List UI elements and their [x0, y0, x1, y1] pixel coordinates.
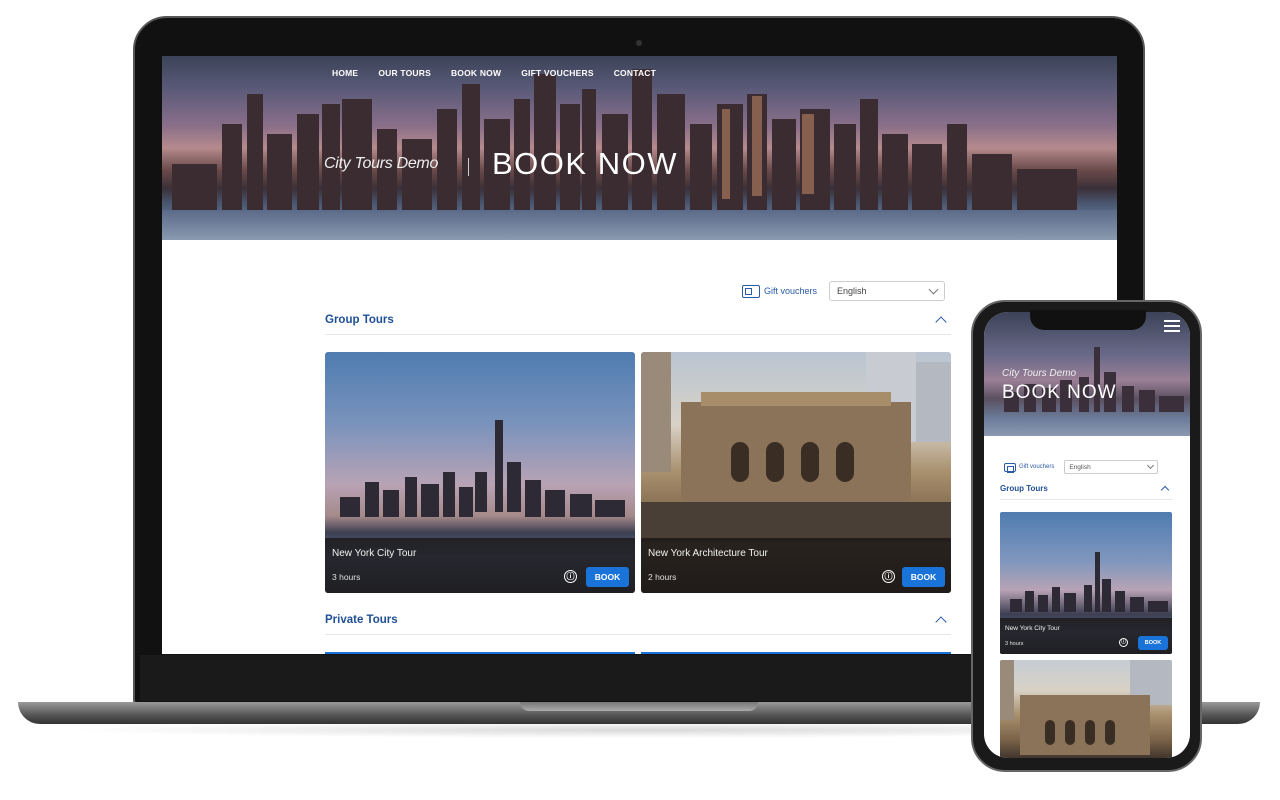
gift-card-icon: [742, 284, 760, 298]
tour-card-peek: [325, 652, 635, 654]
tour-card[interactable]: New York Architecture Tour 2 hours ⓘ BOO…: [641, 352, 951, 593]
toolbar: Gift vouchers English: [742, 281, 946, 301]
tour-title: New York City Tour: [1005, 625, 1060, 632]
page-title: BOOK NOW: [1002, 382, 1117, 403]
menu-icon[interactable]: [1164, 320, 1180, 335]
book-button[interactable]: BOOK: [1138, 636, 1168, 650]
nav-our-tours[interactable]: OUR TOURS: [378, 68, 431, 78]
section-private-tours[interactable]: Private Tours: [325, 614, 951, 635]
gift-vouchers-link[interactable]: Gift vouchers: [742, 284, 818, 298]
camera-icon: [636, 40, 642, 46]
info-icon[interactable]: ⓘ: [882, 570, 895, 583]
tour-title: New York Architecture Tour: [648, 548, 768, 559]
tour-image: [641, 352, 951, 542]
tour-duration: 3 hours: [332, 572, 361, 582]
section-title: Group Tours: [325, 314, 394, 326]
river: [162, 210, 1117, 240]
info-icon[interactable]: ⓘ: [564, 570, 577, 583]
language-select[interactable]: English: [829, 281, 946, 301]
laptop-hinge-notch: [520, 702, 758, 711]
brand-logo[interactable]: City Tours Demo: [324, 155, 438, 173]
main-nav: HOME OUR TOURS BOOK NOW GIFT VOUCHERS CO…: [332, 68, 656, 78]
gift-vouchers-label: Gift vouchers: [1019, 464, 1055, 470]
hero-banner: City Tours Demo BOOK NOW: [984, 312, 1190, 436]
section-title: Group Tours: [1000, 484, 1048, 493]
chevron-up-icon[interactable]: [935, 616, 947, 628]
nav-gift-vouchers[interactable]: GIFT VOUCHERS: [521, 68, 594, 78]
tour-image: [1000, 660, 1172, 755]
chevron-down-icon: [928, 284, 939, 295]
gift-card-icon: [1004, 462, 1016, 473]
tour-title: New York City Tour: [332, 548, 417, 559]
gift-vouchers-link[interactable]: Gift vouchers: [1004, 462, 1055, 473]
tour-image: [340, 420, 625, 517]
info-icon[interactable]: ⓘ: [1119, 638, 1128, 647]
tour-card[interactable]: [1000, 660, 1172, 758]
brand-logo[interactable]: City Tours Demo: [1002, 368, 1076, 379]
section-title: Private Tours: [325, 614, 398, 626]
nav-contact[interactable]: CONTACT: [614, 68, 656, 78]
divider: [468, 158, 469, 176]
chevron-down-icon: [1147, 461, 1155, 470]
chevron-up-icon[interactable]: [935, 316, 947, 328]
nav-home[interactable]: HOME: [332, 68, 358, 78]
language-value: English: [1069, 463, 1091, 471]
tour-card[interactable]: New York City Tour 3 hours ⓘ BOOK: [1000, 512, 1172, 654]
nav-book-now[interactable]: BOOK NOW: [451, 68, 501, 78]
tour-card[interactable]: New York City Tour 3 hours ⓘ BOOK: [325, 352, 635, 593]
section-group-tours[interactable]: Group Tours: [325, 314, 951, 335]
skyline-image: [172, 69, 1077, 214]
tour-image: [1010, 552, 1168, 612]
tour-card-peek: [641, 652, 951, 654]
mobile-screen: City Tours Demo BOOK NOW Gift vouchers E…: [984, 312, 1190, 758]
phone-notch: [1030, 310, 1146, 330]
book-button[interactable]: BOOK: [902, 567, 945, 587]
hero-banner: HOME OUR TOURS BOOK NOW GIFT VOUCHERS CO…: [162, 56, 1117, 240]
chevron-up-icon[interactable]: [1160, 485, 1170, 495]
tour-duration: 3 hours: [1005, 641, 1024, 647]
book-button[interactable]: BOOK: [586, 567, 629, 587]
tour-duration: 2 hours: [648, 572, 677, 582]
language-value: English: [837, 286, 867, 296]
toolbar: Gift vouchers English: [1004, 460, 1159, 474]
page-title: BOOK NOW: [492, 146, 678, 181]
gift-vouchers-label: Gift vouchers: [764, 286, 818, 296]
language-select[interactable]: English: [1064, 460, 1159, 474]
section-group-tours[interactable]: Group Tours: [1000, 484, 1172, 500]
